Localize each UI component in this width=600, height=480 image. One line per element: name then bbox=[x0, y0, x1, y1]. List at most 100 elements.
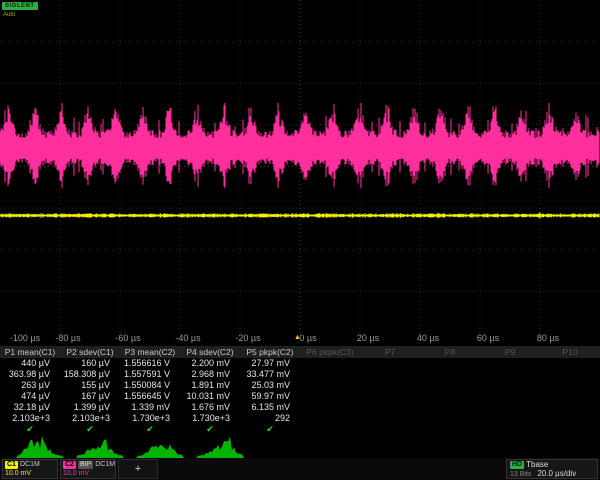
histicon-p2 bbox=[76, 434, 124, 458]
meas-value: 1.730e+3 bbox=[180, 413, 240, 424]
meas-value bbox=[300, 380, 360, 391]
meas-value bbox=[300, 402, 360, 413]
measurement-histicons bbox=[0, 434, 600, 458]
time-axis-label: -60 µs bbox=[103, 333, 153, 343]
time-axis-label: 20 µs bbox=[343, 333, 393, 343]
meas-value: 1.399 µV bbox=[60, 402, 120, 413]
bottom-bar-spacer bbox=[160, 459, 504, 479]
time-axis-label: -20 µs bbox=[223, 333, 273, 343]
meas-value: 1.891 mV bbox=[180, 380, 240, 391]
meas-value bbox=[540, 391, 600, 402]
time-axis-label: 40 µs bbox=[403, 333, 453, 343]
meas-value bbox=[480, 358, 540, 369]
meas-header-p3[interactable]: P3 mean(C2) bbox=[120, 346, 180, 358]
meas-value bbox=[420, 380, 480, 391]
time-axis-label: -80 µs bbox=[43, 333, 93, 343]
meas-value bbox=[420, 358, 480, 369]
time-axis-label: 0 µs bbox=[283, 333, 333, 343]
plus-icon: + bbox=[135, 463, 141, 475]
c2-label: C2 bbox=[63, 461, 76, 469]
meas-header-p4[interactable]: P4 sdev(C2) bbox=[180, 346, 240, 358]
meas-value: 1.550084 V bbox=[120, 380, 180, 391]
meas-value bbox=[300, 369, 360, 380]
meas-value bbox=[480, 402, 540, 413]
meas-value bbox=[540, 402, 600, 413]
hd-mode-badge: HD bbox=[510, 461, 524, 469]
meas-value: 474 µV bbox=[0, 391, 60, 402]
meas-value bbox=[300, 413, 360, 424]
meas-value bbox=[360, 413, 420, 424]
histicon-p1 bbox=[16, 434, 64, 458]
meas-value: 59.97 mV bbox=[240, 391, 300, 402]
meas-value: 32.18 µV bbox=[0, 402, 60, 413]
meas-value bbox=[480, 413, 540, 424]
c2-trace[interactable] bbox=[0, 103, 599, 188]
meas-header-p6[interactable]: P6 pkpk(C3) bbox=[300, 346, 360, 358]
c2-bandwidth-tag: BIP bbox=[78, 461, 93, 469]
meas-header-p9[interactable]: P9 bbox=[480, 346, 540, 358]
meas-value: 27.97 mV bbox=[240, 358, 300, 369]
meas-header-p2[interactable]: P2 sdev(C1) bbox=[60, 346, 120, 358]
meas-value bbox=[300, 391, 360, 402]
channel2-descriptor[interactable]: C2 BIP DC1M 10.0 mV bbox=[60, 459, 116, 479]
meas-value bbox=[540, 380, 600, 391]
meas-value bbox=[540, 358, 600, 369]
meas-header-p7[interactable]: P7 bbox=[360, 346, 420, 358]
c1-trace[interactable] bbox=[0, 212, 599, 219]
histicon-p3 bbox=[136, 434, 184, 458]
meas-value: 2.200 mV bbox=[180, 358, 240, 369]
meas-value bbox=[360, 369, 420, 380]
meas-value: 158.308 µV bbox=[60, 369, 120, 380]
oscilloscope-screen: SIGLENT Auto ▲ -100 µs-80 µs-60 µs-40 µs… bbox=[0, 0, 600, 480]
time-axis-label: -40 µs bbox=[163, 333, 213, 343]
meas-value: 167 µV bbox=[60, 391, 120, 402]
meas-value: 440 µV bbox=[0, 358, 60, 369]
time-axis-label: 80 µs bbox=[523, 333, 573, 343]
meas-value: 1.557591 V bbox=[120, 369, 180, 380]
meas-value: 2.968 mV bbox=[180, 369, 240, 380]
meas-value: 155 µV bbox=[60, 380, 120, 391]
c2-scale: 10.0 mV bbox=[63, 470, 113, 478]
graticule bbox=[0, 0, 600, 333]
meas-value: 1.339 mV bbox=[120, 402, 180, 413]
meas-value: 1.730e+3 bbox=[120, 413, 180, 424]
meas-value bbox=[420, 369, 480, 380]
meas-value: 6.135 mV bbox=[240, 402, 300, 413]
meas-value: 25.03 mV bbox=[240, 380, 300, 391]
bottom-bar: C1 DC1M 10.0 mV C2 BIP DC1M 10.0 mV + HD… bbox=[0, 458, 600, 480]
meas-header-p5[interactable]: P5 pkpk(C2) bbox=[240, 346, 300, 358]
timebase-descriptor[interactable]: HD Tbase 13 Bits 20.0 µs/div bbox=[506, 459, 598, 479]
trigger-status-label: Auto bbox=[3, 12, 15, 18]
meas-value bbox=[360, 380, 420, 391]
histicon-p4 bbox=[196, 434, 244, 458]
meas-value: 160 µV bbox=[60, 358, 120, 369]
add-channel-button[interactable]: + bbox=[118, 459, 158, 479]
brand-logo: SIGLENT bbox=[2, 2, 38, 10]
meas-header-p10[interactable]: P10 bbox=[540, 346, 600, 358]
meas-value: 1.556645 V bbox=[120, 391, 180, 402]
meas-value bbox=[480, 380, 540, 391]
channel1-descriptor[interactable]: C1 DC1M 10.0 mV bbox=[2, 459, 58, 479]
time-axis-label: 60 µs bbox=[463, 333, 513, 343]
meas-value bbox=[360, 402, 420, 413]
tbase-value: 20.0 µs/div bbox=[537, 469, 576, 478]
meas-value: 10.031 mV bbox=[180, 391, 240, 402]
meas-value bbox=[480, 369, 540, 380]
measurement-table: P1 mean(C1)P2 sdev(C1)P3 mean(C2)P4 sdev… bbox=[0, 346, 600, 435]
resolution-bits-label: 13 Bits bbox=[510, 471, 531, 478]
meas-value bbox=[360, 391, 420, 402]
meas-value bbox=[420, 391, 480, 402]
meas-value bbox=[540, 369, 600, 380]
meas-value: 33.477 mV bbox=[240, 369, 300, 380]
meas-value: 263 µV bbox=[0, 380, 60, 391]
meas-value: 2.103e+3 bbox=[0, 413, 60, 424]
meas-value: 1.676 mV bbox=[180, 402, 240, 413]
waveform-display[interactable]: SIGLENT Auto bbox=[0, 0, 600, 333]
meas-header-p8[interactable]: P8 bbox=[420, 346, 480, 358]
meas-value: 292 bbox=[240, 413, 300, 424]
meas-header-p1[interactable]: P1 mean(C1) bbox=[0, 346, 60, 358]
c1-scale: 10.0 mV bbox=[5, 470, 55, 478]
meas-value: 1.556616 V bbox=[120, 358, 180, 369]
meas-value bbox=[360, 358, 420, 369]
meas-value bbox=[300, 358, 360, 369]
